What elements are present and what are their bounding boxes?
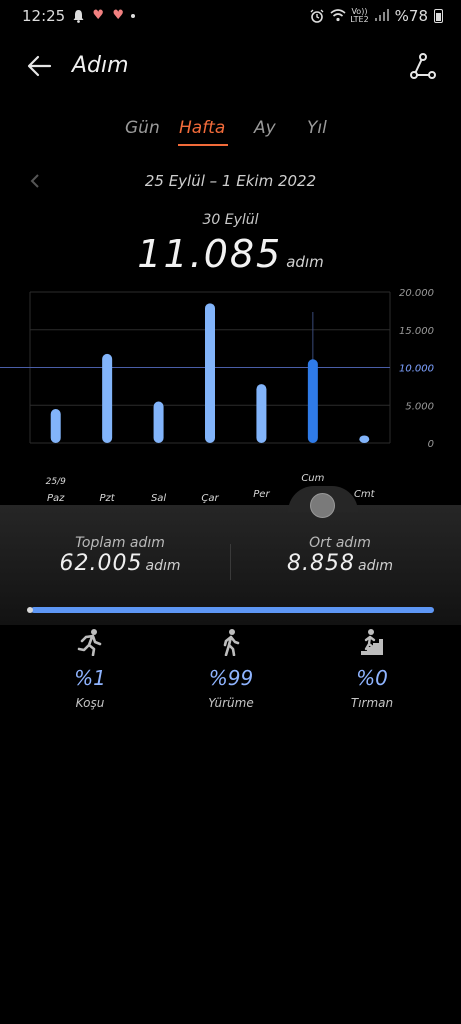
running-label: Koşu <box>75 696 105 710</box>
bar-Cum <box>307 359 318 443</box>
bar-Per <box>256 384 267 443</box>
y-tick-label: 15.000 <box>399 326 434 337</box>
screen: 12:25 ♥ ♥ Vo)) LTE2 %78 Adım Gün Hafta A… <box>0 0 461 1024</box>
notification-dot-icon <box>131 14 136 18</box>
running-percent: %1 <box>74 666 106 690</box>
climbing-icon <box>359 628 385 656</box>
battery-icon <box>434 9 443 23</box>
weekly-steps-chart[interactable]: 20.00015.00010.0005.000010.000Paz25/9Pzt… <box>0 280 461 520</box>
average-steps-stat: Ort adım 8.858 adım <box>240 535 440 576</box>
alarm-bell-icon <box>71 9 85 23</box>
page-title: Adım <box>72 53 129 78</box>
stat-divider <box>230 544 231 580</box>
battery-text: %78 <box>394 7 428 25</box>
bar-Sal <box>153 401 164 443</box>
tab-month[interactable]: Ay <box>254 118 276 138</box>
x-tick-label: Sal <box>151 493 166 504</box>
tab-day[interactable]: Gün <box>125 118 160 138</box>
x-tick-label: Cmt <box>354 489 376 500</box>
activity-progress-start <box>27 607 33 613</box>
wifi-icon <box>330 9 346 23</box>
bar-Çar <box>205 303 215 443</box>
back-button[interactable] <box>24 50 56 82</box>
status-time: 12:25 <box>22 7 66 25</box>
volte-badge: Vo)) LTE2 <box>350 7 369 24</box>
activity-running: %1 Koşu <box>30 628 150 710</box>
bar-Cmt <box>359 435 370 443</box>
total-steps-label: Toplam adım <box>75 535 165 551</box>
heart-rate-icon: ♥ <box>92 8 105 23</box>
steps-unit: adım <box>286 253 324 271</box>
x-tick-label: Pzt <box>100 493 116 504</box>
average-steps-unit: adım <box>357 558 393 574</box>
share-button[interactable] <box>409 52 437 80</box>
first-date-label: 25/9 <box>46 477 66 487</box>
x-tick-label: Per <box>253 489 270 500</box>
total-steps-stat: Toplam adım 62.005 adım <box>20 535 220 576</box>
average-steps-label: Ort adım <box>309 535 371 551</box>
climbing-label: Tırman <box>350 696 394 710</box>
y-tick-label: 0 <box>428 439 434 450</box>
signal-icon <box>374 9 389 23</box>
walking-label: Yürüme <box>208 696 254 710</box>
selected-day: 30 Eylül <box>202 212 259 228</box>
bar-Paz <box>50 409 61 443</box>
back-arrow-icon <box>27 55 52 77</box>
steps-value: 11.085 <box>137 232 283 276</box>
alarm-clock-icon <box>310 9 324 23</box>
tab-active-indicator <box>178 144 228 146</box>
status-right: Vo)) LTE2 %78 <box>310 7 443 25</box>
activity-walking: %99 Yürüme <box>171 628 291 710</box>
selected-steps: 11.085 adım <box>0 232 461 276</box>
status-left: 12:25 ♥ ♥ <box>22 7 136 25</box>
tab-week[interactable]: Hafta <box>179 118 225 138</box>
heart-rate-icon-2: ♥ <box>112 8 125 23</box>
walking-icon <box>218 628 244 657</box>
walking-percent: %99 <box>208 666 254 690</box>
share-icon <box>410 53 436 79</box>
activity-progress-fill <box>31 607 434 613</box>
average-steps-value: 8.858 <box>287 551 355 576</box>
period-tabs: Gün Hafta Ay Yıl <box>0 118 461 148</box>
x-tick-label: Çar <box>201 493 219 504</box>
x-tick-label: Paz <box>47 493 65 504</box>
activity-climbing: %0 Tırman <box>312 628 432 710</box>
y-tick-label: 5.000 <box>405 401 434 412</box>
total-steps-unit: adım <box>145 558 181 574</box>
bar-Pzt <box>102 353 113 443</box>
average-line-label: 10.000 <box>399 364 434 375</box>
running-icon <box>77 628 103 657</box>
climbing-percent: %0 <box>356 666 388 690</box>
date-range: 25 Eylül – 1 Ekim 2022 <box>144 172 317 190</box>
tab-year[interactable]: Yıl <box>307 118 327 138</box>
x-tick-label: Cum <box>301 473 324 484</box>
chart-drag-handle[interactable] <box>310 493 335 518</box>
y-tick-label: 20.000 <box>399 288 434 299</box>
status-bar: 12:25 ♥ ♥ Vo)) LTE2 %78 <box>0 0 461 34</box>
app-bar: Adım <box>0 40 461 92</box>
activity-progress-bar <box>27 607 434 613</box>
total-steps-value: 62.005 <box>59 551 143 576</box>
